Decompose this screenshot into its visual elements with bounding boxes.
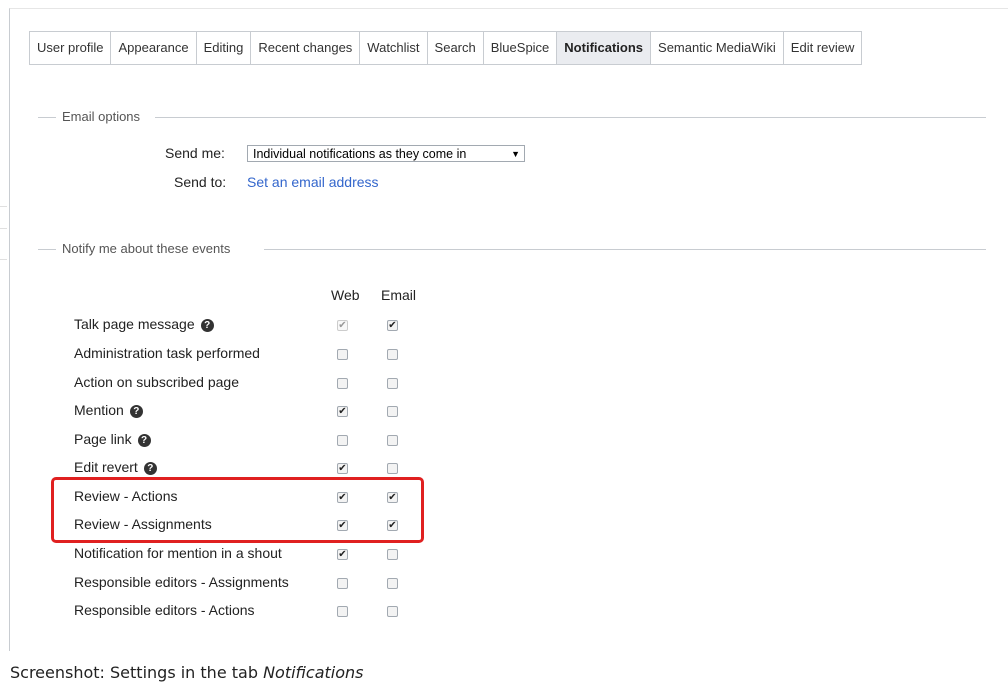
email-options-legend: Email options — [56, 109, 147, 124]
web-checkbox[interactable] — [337, 606, 348, 617]
tab-user-profile[interactable]: User profile — [30, 32, 112, 64]
tab-recent-changes[interactable]: Recent changes — [251, 32, 361, 64]
event-label: Notification for mention in a shout — [74, 545, 282, 561]
email-checkbox[interactable] — [387, 463, 398, 474]
tab-search[interactable]: Search — [428, 32, 484, 64]
event-label: Administration task performed — [74, 345, 260, 361]
event-label: Action on subscribed page — [74, 374, 239, 390]
highlight-box — [51, 477, 424, 543]
event-label: Mention — [74, 402, 124, 418]
help-icon[interactable]: ? — [200, 319, 214, 332]
event-row: Page link? — [74, 431, 151, 447]
fieldset-border — [38, 249, 56, 250]
event-label: Page link — [74, 431, 132, 447]
tab-notifications[interactable]: Notifications — [557, 32, 652, 64]
email-checkbox[interactable] — [387, 378, 398, 389]
edge-mark — [0, 259, 7, 260]
email-column-header: Email — [381, 287, 417, 303]
email-checkbox[interactable] — [387, 435, 398, 446]
help-icon[interactable]: ? — [129, 405, 143, 418]
event-row: Responsible editors - Actions — [74, 602, 255, 618]
event-row: Talk page message? — [74, 316, 214, 332]
email-checkbox[interactable] — [387, 606, 398, 617]
event-row: Notification for mention in a shout — [74, 545, 282, 561]
event-row: Responsible editors - Assignments — [74, 574, 289, 590]
tab-watchlist[interactable]: Watchlist — [360, 32, 428, 64]
event-label: Edit revert — [74, 459, 138, 475]
event-row: Administration task performed — [74, 345, 260, 361]
web-checkbox[interactable] — [337, 349, 348, 360]
tab-semantic-mediawiki[interactable]: Semantic MediaWiki — [651, 32, 784, 64]
help-icon[interactable]: ? — [137, 434, 151, 447]
email-checkbox[interactable]: ✔ — [387, 320, 398, 331]
event-label: Responsible editors - Assignments — [74, 574, 289, 590]
tab-bluespice[interactable]: BlueSpice — [484, 32, 558, 64]
set-email-address-link[interactable]: Set an email address — [247, 174, 379, 190]
send-me-select-value: Individual notifications as they come in — [253, 147, 467, 161]
edge-mark — [0, 228, 7, 229]
caption-prefix: Screenshot: Settings in the tab — [10, 663, 264, 682]
web-checkbox: ✔ — [337, 320, 348, 331]
help-icon[interactable]: ? — [143, 462, 157, 475]
web-checkbox[interactable]: ✔ — [337, 549, 348, 560]
fieldset-border — [264, 249, 986, 250]
figure-caption: Screenshot: Settings in the tab Notifica… — [10, 663, 363, 682]
web-checkbox[interactable] — [337, 578, 348, 589]
tab-editing[interactable]: Editing — [197, 32, 252, 64]
email-checkbox[interactable] — [387, 549, 398, 560]
web-checkbox[interactable]: ✔ — [337, 463, 348, 474]
chevron-down-icon: ▼ — [511, 149, 520, 159]
preferences-tabs: User profile Appearance Editing Recent chan… — [29, 31, 863, 65]
tab-appearance[interactable]: Appearance — [111, 32, 197, 64]
web-checkbox[interactable]: ✔ — [337, 406, 348, 417]
send-me-select[interactable]: Individual notifications as they come in… — [247, 145, 525, 162]
send-me-label: Send me: — [165, 145, 225, 161]
send-to-label: Send to: — [174, 174, 227, 190]
fieldset-border — [38, 117, 56, 118]
event-row: Edit revert? — [74, 459, 157, 475]
email-checkbox[interactable] — [387, 406, 398, 417]
web-column-header: Web — [331, 287, 360, 303]
fieldset-border — [155, 117, 986, 118]
web-checkbox[interactable] — [337, 378, 348, 389]
notify-events-legend: Notify me about these events — [56, 241, 237, 256]
event-row: Action on subscribed page — [74, 374, 239, 390]
edge-mark — [0, 206, 7, 207]
email-checkbox[interactable] — [387, 349, 398, 360]
event-label: Responsible editors - Actions — [74, 602, 255, 618]
event-row: Mention? — [74, 402, 143, 418]
web-checkbox[interactable] — [337, 435, 348, 446]
event-label: Talk page message — [74, 316, 195, 332]
email-checkbox[interactable] — [387, 578, 398, 589]
tab-edit-review[interactable]: Edit review — [784, 32, 862, 64]
caption-tab-name: Notifications — [263, 663, 364, 682]
